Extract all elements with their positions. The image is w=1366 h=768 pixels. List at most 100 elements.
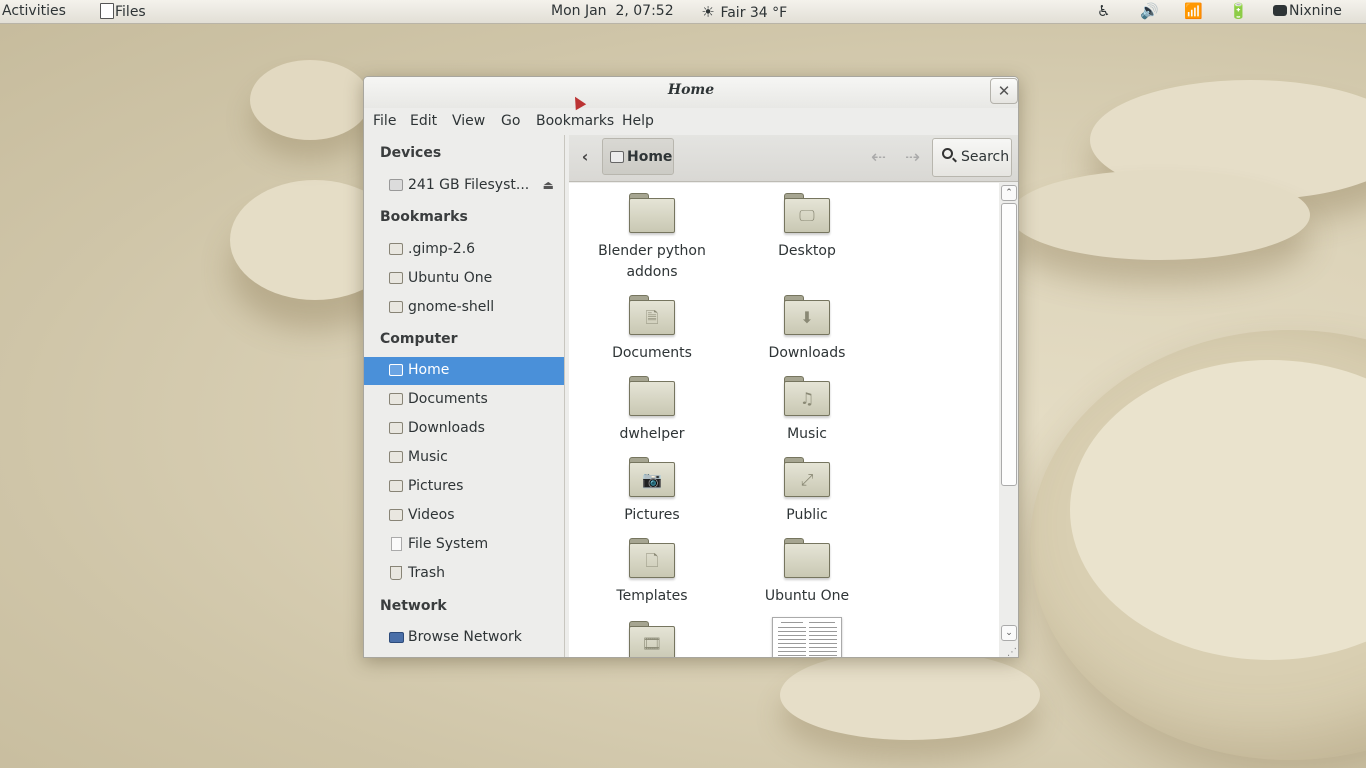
mouse-pointer-icon xyxy=(569,93,587,111)
downloads-folder-icon: ⬇ xyxy=(784,295,830,335)
chat-icon xyxy=(1273,5,1287,16)
clock[interactable]: Mon Jan 2, 07:52 xyxy=(551,3,674,19)
file-icon-view[interactable]: Blender python addons 🖵 Desktop 🗎 Docume… xyxy=(569,183,999,657)
videos-folder-icon xyxy=(389,509,403,521)
breadcrumb-home[interactable]: Home xyxy=(602,138,674,175)
file-name: Documents xyxy=(612,345,692,361)
sidebar-item-label: Trash xyxy=(408,565,445,581)
wallpaper-shape xyxy=(250,60,370,140)
file-item[interactable]: Blender python addons xyxy=(577,193,727,283)
sidebar-item-pictures[interactable]: Pictures xyxy=(364,473,564,501)
accessibility-icon[interactable]: ♿ xyxy=(1097,2,1110,20)
resize-grip-icon[interactable]: ⋰ xyxy=(1007,647,1017,657)
window-titlebar[interactable]: Home ✕ xyxy=(364,77,1018,111)
menu-view[interactable]: View xyxy=(452,113,485,129)
templates-folder-icon: 🗋 xyxy=(629,538,675,578)
battery-icon[interactable]: 🔋 xyxy=(1229,2,1248,20)
home-folder-icon xyxy=(389,364,403,376)
folder-icon xyxy=(784,538,830,578)
sidebar-item-documents[interactable]: Documents xyxy=(364,386,564,414)
folder-icon xyxy=(389,301,403,313)
file-item[interactable] xyxy=(732,617,882,657)
main-pane: ‹ Home ⇠ ⇢ Search Blender python addons … xyxy=(569,135,1018,657)
hdd-icon xyxy=(389,179,403,191)
file-item[interactable]: ♫ Music xyxy=(732,376,882,445)
downloads-folder-icon xyxy=(389,422,403,434)
sidebar-item-downloads[interactable]: Downloads xyxy=(364,415,564,443)
vertical-scrollbar[interactable]: ⌃ ⌄ ⋰ xyxy=(999,183,1018,657)
wallpaper-shape xyxy=(780,650,1040,740)
sidebar-item-home[interactable]: Home xyxy=(364,357,564,385)
folder-icon xyxy=(389,243,403,255)
path-back-button[interactable]: ‹ xyxy=(573,147,597,169)
file-item[interactable]: ⬇ Downloads xyxy=(732,295,882,364)
top-panel: Activities Files Mon Jan 2, 07:52 ☀ Fair… xyxy=(0,0,1366,24)
sidebar-item-trash[interactable]: Trash xyxy=(364,560,564,588)
file-name: Blender python addons xyxy=(598,243,706,280)
weather-indicator[interactable]: ☀ Fair 34 °F xyxy=(700,3,787,21)
window-title: Home xyxy=(667,82,715,98)
network-icon xyxy=(389,632,404,643)
sidebar-heading-bookmarks: Bookmarks xyxy=(380,209,468,225)
file-name: dwhelper xyxy=(619,426,685,442)
home-icon xyxy=(610,151,624,163)
file-name: Ubuntu One xyxy=(764,588,850,604)
sidebar-item-label: File System xyxy=(408,536,489,552)
user-menu[interactable]: Nixnine xyxy=(1273,3,1342,19)
file-item[interactable]: 🗎 Documents xyxy=(577,295,727,364)
activities-button[interactable]: Activities xyxy=(2,3,66,19)
sidebar-item-label: 241 GB Filesyst... xyxy=(408,177,530,193)
files-app-icon xyxy=(100,3,114,19)
app-menu[interactable]: Files xyxy=(100,3,146,20)
sidebar-item-videos[interactable]: Videos xyxy=(364,502,564,530)
sidebar-item-music[interactable]: Music xyxy=(364,444,564,472)
back-arrow-icon[interactable]: ⇠ xyxy=(871,147,886,168)
forward-arrow-icon[interactable]: ⇢ xyxy=(905,147,920,168)
file-item[interactable]: Ubuntu One xyxy=(732,538,882,607)
public-folder-icon: ⤢ xyxy=(784,457,830,497)
sidebar-item-label: Documents xyxy=(408,391,488,407)
file-item[interactable]: dwhelper xyxy=(577,376,727,445)
sidebar-heading-devices: Devices xyxy=(380,145,442,161)
scroll-down-button[interactable]: ⌄ xyxy=(1001,625,1017,641)
menu-help[interactable]: Help xyxy=(622,113,654,129)
sun-icon: ☀ xyxy=(701,3,715,21)
scrollbar-thumb[interactable] xyxy=(1001,203,1017,486)
file-item[interactable]: 📷 Pictures xyxy=(577,457,727,526)
sidebar-item-file-system[interactable]: File System xyxy=(364,531,564,559)
sidebar-item-gnome-shell[interactable]: gnome-shell xyxy=(364,294,564,322)
toolbar: ‹ Home ⇠ ⇢ Search xyxy=(569,135,1018,182)
menu-file[interactable]: File xyxy=(373,113,396,129)
wallpaper-shape xyxy=(1010,170,1310,260)
file-name: Music xyxy=(787,426,827,442)
app-menu-label: Files xyxy=(115,4,146,20)
folder-icon xyxy=(629,376,675,416)
sidebar-item-ubuntu-one[interactable]: Ubuntu One xyxy=(364,265,564,293)
sidebar-item-label: Downloads xyxy=(408,420,485,436)
files-window: Home ✕ File Edit View Go Bookmarks Help … xyxy=(363,76,1019,658)
scroll-up-button[interactable]: ⌃ xyxy=(1001,185,1017,201)
wifi-icon[interactable]: 📶 xyxy=(1184,2,1203,20)
sidebar-item-browse-network[interactable]: Browse Network xyxy=(364,624,564,652)
menu-bookmarks[interactable]: Bookmarks xyxy=(536,113,614,129)
sidebar-item-filesystem-device[interactable]: 241 GB Filesyst... ⏏ xyxy=(364,172,564,200)
search-label: Search xyxy=(961,149,1010,165)
file-item[interactable]: 🖵 Desktop xyxy=(732,193,882,262)
sidebar-item-label: gnome-shell xyxy=(408,299,495,315)
volume-icon[interactable]: 🔊 xyxy=(1140,2,1159,20)
file-item[interactable]: 🗋 Templates xyxy=(577,538,727,607)
close-button[interactable]: ✕ xyxy=(990,78,1018,104)
file-name: Public xyxy=(786,507,828,523)
sidebar-item-label: Videos xyxy=(408,507,455,523)
menu-edit[interactable]: Edit xyxy=(410,113,437,129)
weather-label: Fair 34 °F xyxy=(720,5,788,21)
sidebar-item-gimp[interactable]: .gimp-2.6 xyxy=(364,236,564,264)
file-item[interactable]: ⤢ Public xyxy=(732,457,882,526)
menu-go[interactable]: Go xyxy=(501,113,520,129)
eject-icon[interactable]: ⏏ xyxy=(543,178,554,192)
file-item[interactable]: 🎞 xyxy=(577,621,727,657)
pictures-folder-icon xyxy=(389,480,403,492)
menu-bar: File Edit View Go Bookmarks Help xyxy=(364,109,1018,135)
file-system-icon xyxy=(391,537,402,551)
search-button[interactable]: Search xyxy=(932,138,1012,177)
